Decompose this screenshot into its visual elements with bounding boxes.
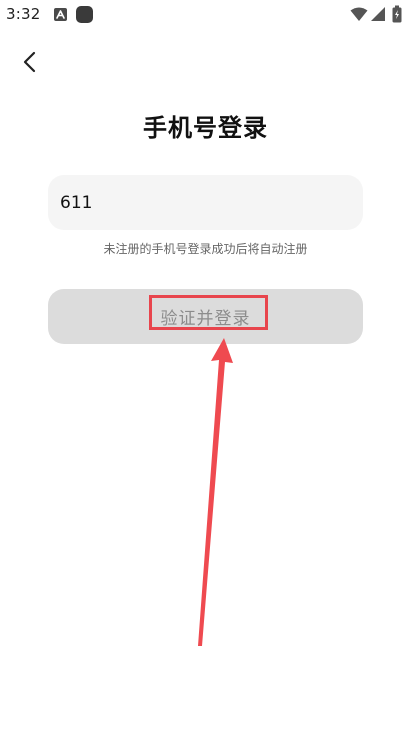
registration-hint: 未注册的手机号登录成功后将自动注册 — [103, 242, 308, 256]
a-letter-icon — [54, 8, 67, 21]
phone-field[interactable] — [48, 175, 363, 230]
rounded-square-icon — [76, 6, 93, 23]
verify-login-button[interactable]: 验证并登录 — [48, 289, 363, 344]
verify-login-label: 验证并登录 — [160, 309, 251, 329]
chevron-left-icon — [22, 51, 38, 77]
status-bar: 3:32 — [0, 0, 411, 30]
back-button[interactable] — [14, 48, 46, 80]
wifi-icon — [350, 6, 368, 22]
status-time: 3:32 — [6, 5, 41, 23]
signal-icon — [370, 6, 386, 22]
battery-icon — [392, 5, 402, 23]
page-title: 手机号登录 — [143, 114, 268, 142]
phone-input[interactable] — [48, 175, 363, 230]
